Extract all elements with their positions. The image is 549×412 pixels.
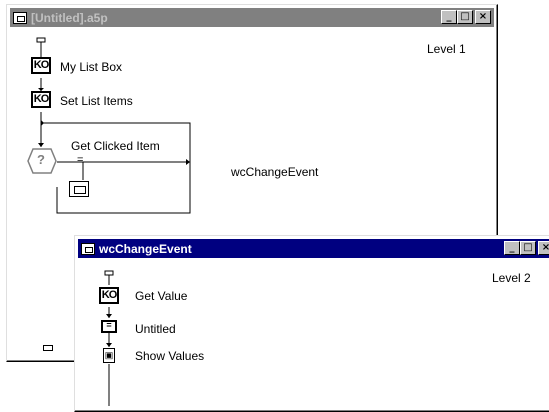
- icon-label-untitled[interactable]: Untitled: [135, 322, 176, 336]
- close-button[interactable]: ×: [475, 10, 491, 24]
- knowledge-object-icon[interactable]: KO: [31, 57, 51, 74]
- level-indicator: Level 2: [492, 271, 531, 285]
- icon-label-show-values[interactable]: Show Values: [135, 349, 204, 363]
- map-icon[interactable]: [69, 181, 89, 197]
- display-icon[interactable]: ▣: [103, 348, 115, 363]
- map-label-wcchangeevent[interactable]: wcChangeEvent: [231, 165, 318, 179]
- close-button[interactable]: ×: [538, 241, 549, 255]
- maximize-button[interactable]: □: [457, 10, 473, 24]
- knowledge-object-icon[interactable]: KO: [99, 287, 119, 304]
- minimized-map-icon[interactable]: [43, 345, 53, 351]
- icon-label-get-clicked-item[interactable]: Get Clicked Item: [71, 139, 160, 153]
- flowline-window-level2[interactable]: wcChangeEvent _ □ × Level 2 KO Get Value…: [74, 235, 549, 412]
- icon-label-set-list-items[interactable]: Set List Items: [60, 94, 133, 108]
- knowledge-object-icon[interactable]: KO: [31, 91, 51, 108]
- icon-label-get-value[interactable]: Get Value: [135, 289, 187, 303]
- decision-glyph: ?: [37, 152, 45, 167]
- minimize-button[interactable]: _: [504, 241, 520, 255]
- maximize-button[interactable]: □: [520, 241, 536, 255]
- minimize-button[interactable]: _: [441, 10, 457, 24]
- window-titlebar[interactable]: wcChangeEvent _ □ ×: [78, 239, 549, 258]
- calculation-icon[interactable]: =: [101, 320, 117, 333]
- flowline: [36, 37, 191, 214]
- decision-branch-glyph: =: [77, 154, 84, 166]
- level-indicator: Level 1: [427, 42, 466, 56]
- icon-label-my-list-box[interactable]: My List Box: [60, 60, 122, 74]
